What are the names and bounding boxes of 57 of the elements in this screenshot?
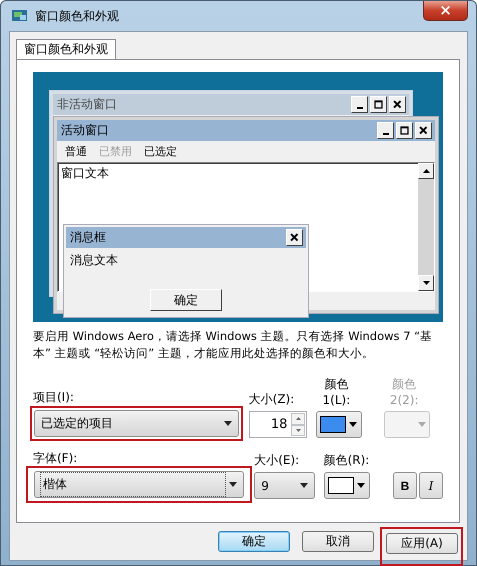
close-icon — [288, 231, 301, 244]
number-spinner[interactable]: 18 — [248, 411, 308, 438]
caret-icon — [229, 482, 238, 487]
spin-down-button[interactable] — [291, 424, 306, 436]
window-title: 非活动窗口 — [56, 96, 117, 113]
dialog-button[interactable]: 取消 — [302, 531, 374, 552]
window-title: 活动窗口 — [60, 122, 109, 139]
dialog-button[interactable]: 应用(A) — [386, 533, 458, 554]
up-arrow-icon — [422, 169, 430, 173]
menu-item[interactable]: 普通 — [65, 144, 87, 159]
caret-icon — [418, 422, 426, 427]
close-button[interactable]: × — [423, 1, 468, 21]
minimize-icon — [356, 106, 362, 108]
italic-button[interactable]: I — [418, 472, 443, 499]
maximize-icon — [372, 98, 385, 111]
dropdown[interactable]: 9 — [254, 472, 315, 499]
up-arrow-icon — [296, 417, 301, 420]
field-label: 大小(Z): — [248, 391, 296, 408]
field-label: 项目(I): — [33, 389, 75, 406]
close-icon — [391, 98, 404, 111]
close-button[interactable] — [286, 229, 303, 246]
minimize-button[interactable] — [377, 122, 394, 139]
color-picker[interactable] — [324, 472, 370, 499]
scroll-up-button[interactable] — [418, 163, 434, 179]
field-label: 颜色 1(L): — [322, 376, 352, 408]
window-text: 窗口文本 — [60, 165, 110, 182]
caret-icon — [356, 483, 365, 488]
close-icon — [417, 124, 430, 137]
minimize-icon — [382, 132, 388, 134]
spin-up-button[interactable] — [291, 413, 306, 424]
ok-button[interactable]: 确定 — [150, 289, 222, 311]
message-box-title: 消息框 — [69, 229, 106, 246]
scrollbar[interactable] — [418, 163, 434, 291]
down-arrow-icon — [422, 281, 430, 285]
dialog-button[interactable]: 确定 — [218, 531, 290, 552]
down-arrow-icon — [296, 428, 301, 432]
dropdown[interactable]: 楷体 — [34, 471, 244, 498]
menu-item[interactable]: 已选定 — [144, 144, 177, 159]
scroll-down-button[interactable] — [418, 275, 434, 291]
caret-icon — [300, 483, 308, 488]
close-button[interactable] — [415, 122, 432, 139]
caret-icon — [349, 422, 358, 427]
notice-text: 要启用 Windows Aero，请选择 Windows 主题。只有选择 Windows 7 “基本” 主题或 “轻松访问” 主题，才能应用此处选择的颜色和大小。 — [33, 328, 434, 362]
field-label: 大小(E): — [254, 452, 300, 469]
dropdown[interactable]: 已选定的项目 — [34, 410, 239, 437]
bold-button[interactable]: B — [392, 472, 417, 499]
color-picker[interactable] — [316, 411, 362, 438]
maximize-icon — [398, 124, 411, 137]
field-label: 颜色 2(2): — [388, 376, 420, 408]
tab[interactable]: 窗口颜色和外观 — [16, 39, 116, 59]
field-label: 颜色(R): — [324, 452, 370, 469]
window-title: 窗口颜色和外观 — [35, 8, 119, 24]
message-text: 消息文本 — [69, 252, 119, 269]
window-icon — [11, 8, 29, 24]
field-label: 字体(F): — [33, 450, 78, 467]
caret-icon — [224, 421, 232, 426]
maximize-button[interactable] — [396, 122, 413, 139]
